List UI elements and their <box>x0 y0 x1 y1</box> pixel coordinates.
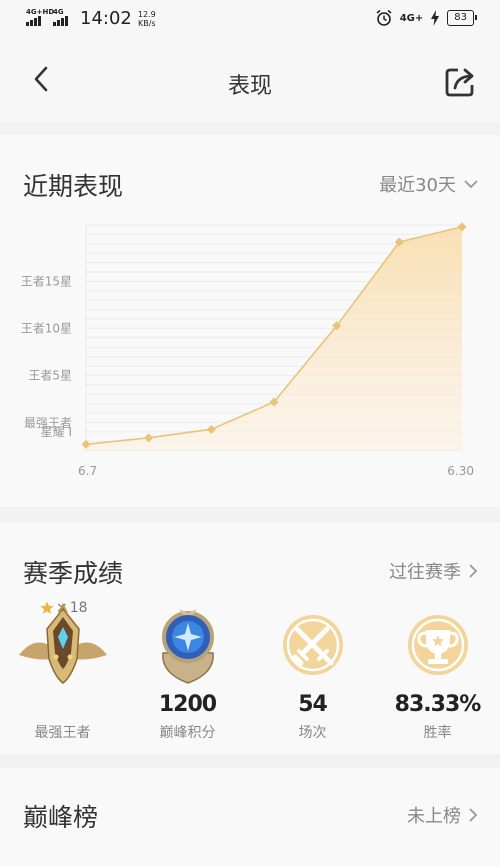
stat-value <box>0 690 125 720</box>
y-tick-label: 王者10星 <box>21 322 72 336</box>
y-tick-label: 王者15星 <box>21 275 72 289</box>
stat-value: 1200 <box>158 692 217 717</box>
share-icon[interactable] <box>442 64 478 100</box>
network-indicator: 4G+ <box>399 12 424 24</box>
chart-area <box>86 226 462 451</box>
chevron-right-icon <box>469 564 478 578</box>
y-tick-label: 王者5星 <box>28 369 72 383</box>
alarm-icon <box>376 9 392 26</box>
signal-icon-2: 4G <box>53 8 68 26</box>
status-bar: 4G+HD 4G 14:02 12.9 KB/s 4G+ 83 <box>0 0 500 38</box>
charging-icon <box>431 10 440 26</box>
page-title: 表现 <box>227 74 272 99</box>
peak-leaderboard-card[interactable]: 巅峰榜 未上榜 <box>0 768 500 866</box>
section-title: 赛季成绩 <box>23 559 124 588</box>
section-title: 巅峰榜 <box>23 803 99 832</box>
stat-win-rate[interactable]: 83.33% 胜率 <box>375 600 500 742</box>
stat-matches[interactable]: 54 场次 <box>250 600 375 742</box>
stat-peak-score[interactable]: 1200 巅峰积分 <box>125 600 250 742</box>
stat-value: 83.33% <box>394 692 482 717</box>
recent-performance-card: 近期表现 最近30天 星耀 I 最强王者 王者5星 王者10星 王者15星 6.7 6.3… <box>0 135 500 507</box>
rank-emblem-icon <box>0 600 125 690</box>
clock: 14:02 <box>80 8 132 29</box>
stat-rank[interactable]: 最强王者 <box>0 600 125 742</box>
stat-label: 场次 <box>298 725 327 741</box>
x-tick-label: 6.7 <box>78 464 97 478</box>
leaderboard-status[interactable]: 未上榜 <box>407 802 478 828</box>
season-results-card: 赛季成绩 过往赛季 × 18 最强王者 1200 巅峰积分 54 场次 83.3… <box>0 522 500 754</box>
y-tick-label: 最强王者 <box>24 416 72 430</box>
stat-value: 54 <box>298 692 328 717</box>
nav-bar: 表现 <box>0 38 500 122</box>
performance-chart: 星耀 I最强王者王者5星王者10星王者15星 6.7 6.30 <box>21 222 474 478</box>
trophy-icon <box>375 600 500 690</box>
x-tick-label: 6.30 <box>447 464 474 478</box>
stat-label: 巅峰积分 <box>159 725 216 741</box>
past-seasons-label: 过往赛季 <box>389 562 461 583</box>
leaderboard-status-label: 未上榜 <box>407 806 461 827</box>
signal-icon: 4G+HD <box>26 8 54 26</box>
battery-icon: 83 <box>447 10 477 26</box>
network-speed: 12.9 KB/s <box>137 9 156 28</box>
stat-label: 胜率 <box>423 725 452 741</box>
crossed-swords-icon <box>250 600 375 690</box>
stat-label: 最强王者 <box>34 725 91 741</box>
past-seasons-link[interactable]: 过往赛季 <box>389 558 478 584</box>
chevron-right-icon <box>469 808 478 822</box>
peak-crest-icon <box>125 600 250 690</box>
